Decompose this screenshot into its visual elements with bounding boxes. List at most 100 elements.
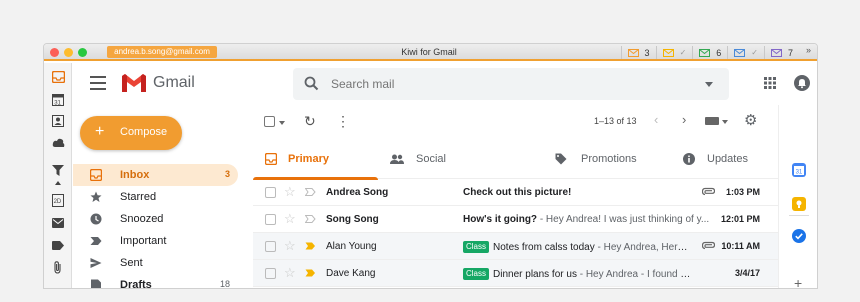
compose-label: Compose — [120, 126, 168, 138]
drive-app-icon[interactable] — [51, 135, 65, 149]
counter-orange[interactable]: 3 — [620, 46, 656, 59]
label-chip[interactable]: Class — [463, 268, 490, 280]
nav-item-important[interactable]: Important — [73, 230, 238, 252]
contacts-app-icon[interactable] — [51, 114, 65, 128]
counter-purple[interactable]: 7 — [763, 46, 799, 59]
nav-label: Drafts — [120, 279, 152, 289]
attachment-icon — [702, 187, 715, 196]
email-date: 3/4/17 — [734, 268, 760, 278]
app-strip: 31 2D — [44, 63, 72, 288]
side-divider — [789, 215, 809, 216]
title-bar: andrea.b.song@gmail.com Kiwi for Gmail 3… — [44, 44, 817, 61]
nav-item-inbox[interactable]: Inbox 3 — [73, 164, 238, 186]
email-subject: Dinner plans for us — [493, 269, 577, 280]
label-app-icon[interactable] — [51, 238, 65, 252]
gmail-m-icon — [122, 74, 146, 92]
mail-app-icon[interactable] — [51, 216, 65, 230]
drafts-icon — [91, 279, 101, 288]
email-snippet: - Hey Andrea, Here a... — [594, 242, 694, 253]
calendar-addon-icon[interactable]: 31 — [792, 163, 806, 177]
tab-social[interactable]: Social — [378, 139, 503, 179]
compose-button[interactable]: + Compose — [80, 116, 182, 150]
newer-page-icon[interactable]: ‹ — [654, 112, 658, 127]
notifications-icon[interactable] — [794, 75, 810, 91]
filter-icon[interactable] — [51, 163, 65, 177]
important-icon — [90, 237, 102, 245]
tag-icon — [555, 153, 567, 165]
email-sender: Alan Young — [326, 241, 377, 252]
email-subject: How's it going? — [463, 214, 538, 225]
email-sender: Dave Kang — [326, 268, 376, 279]
star-toggle-icon[interactable]: ☆ — [284, 185, 296, 198]
row-checkbox[interactable] — [265, 268, 276, 279]
minimize-window-button[interactable] — [64, 48, 73, 57]
counter-green[interactable]: 6 — [692, 46, 727, 59]
email-snippet: - Hey Andrea! I was just thinking of y..… — [537, 214, 710, 225]
email-row[interactable]: ☆ Alan Young Class Notes from calss today… — [253, 233, 778, 260]
zoom-window-button[interactable] — [78, 48, 87, 57]
scroll-up-icon[interactable] — [51, 179, 65, 187]
gmail-logo[interactable]: Gmail — [121, 73, 195, 93]
settings-gear-icon[interactable]: ⚙ — [744, 113, 757, 128]
importance-marker-icon[interactable] — [305, 269, 316, 277]
importance-marker-icon[interactable] — [305, 188, 316, 196]
account-badge[interactable]: andrea.b.song@gmail.com — [107, 46, 217, 58]
account-counters: 3 ✓ 6 ✓ 7 — [620, 46, 799, 59]
row-checkbox[interactable] — [265, 187, 276, 198]
inbox-app-icon[interactable] — [51, 70, 65, 84]
nav-item-starred[interactable]: Starred — [73, 186, 238, 208]
nav-item-sent[interactable]: Sent — [73, 252, 238, 274]
email-content: How's it going? - Hey Andrea! I was just… — [463, 214, 723, 225]
svg-text:2D: 2D — [54, 199, 62, 205]
more-accounts-icon[interactable]: » — [806, 45, 811, 55]
counter-check: ✓ — [751, 48, 758, 57]
tab-promotions[interactable]: Promotions — [503, 139, 637, 179]
importance-marker-icon[interactable] — [305, 215, 316, 223]
star-toggle-icon[interactable]: ☆ — [284, 239, 296, 252]
email-date: 10:11 AM — [721, 241, 760, 251]
email-row[interactable]: ☆ Song Song How's it going? - Hey Andrea… — [253, 206, 778, 233]
keep-addon-icon[interactable] — [792, 197, 806, 211]
importance-marker-icon[interactable] — [305, 242, 316, 250]
email-row[interactable]: ☆ Andrea Song Check out this picture! 1:… — [253, 179, 778, 206]
search-icon[interactable] — [304, 76, 319, 91]
counter-yellow[interactable]: ✓ — [655, 46, 693, 59]
star-toggle-icon[interactable]: ☆ — [284, 266, 296, 279]
main-menu-icon[interactable] — [90, 76, 106, 90]
email-subject: Notes from calss today — [493, 242, 595, 253]
row-checkbox[interactable] — [265, 241, 276, 252]
star-toggle-icon[interactable]: ☆ — [284, 212, 296, 225]
close-window-button[interactable] — [50, 48, 59, 57]
calendar-app-icon[interactable]: 31 — [51, 92, 65, 106]
select-all-checkbox[interactable] — [264, 116, 275, 127]
mail-toolbar: ↻ ⋮ 1–13 of 13 ‹ › ⚙ — [253, 105, 778, 139]
email-content: Class Notes from calss today - Hey Andrea… — [463, 241, 693, 253]
email-row[interactable]: ☆ Dave Kang Class Dinner plans for us - H… — [253, 260, 778, 287]
mail-blue-icon — [734, 48, 746, 57]
nav-item-snoozed[interactable]: Snoozed — [73, 208, 238, 230]
counter-blue[interactable]: ✓ — [727, 46, 764, 59]
attachment-app-icon[interactable] — [51, 260, 65, 274]
apps-grid-icon[interactable] — [764, 77, 776, 89]
search-input[interactable] — [331, 75, 691, 93]
tab-primary[interactable]: Primary — [253, 139, 378, 180]
keyboard-icon[interactable] — [705, 117, 719, 125]
tab-updates[interactable]: Updates — [628, 139, 778, 179]
more-options-icon[interactable]: ⋮ — [336, 114, 350, 128]
nav-label: Starred — [120, 191, 157, 203]
add-addon-icon[interactable]: + — [794, 276, 802, 288]
nav-count: 3 — [224, 169, 230, 179]
tasks-addon-icon[interactable] — [792, 229, 806, 243]
docs-app-icon[interactable]: 2D — [51, 193, 65, 207]
row-checkbox[interactable] — [265, 214, 276, 225]
label-chip[interactable]: Class — [463, 241, 490, 253]
search-box[interactable] — [293, 68, 729, 100]
search-options-icon[interactable] — [705, 82, 713, 87]
mail-purple-icon — [770, 48, 782, 57]
email-content: Class Dinner plans for us - Hey Andrea - … — [463, 268, 693, 280]
nav-item-drafts[interactable]: Drafts 18 — [73, 274, 238, 289]
refresh-icon[interactable]: ↻ — [304, 114, 316, 128]
select-options-icon[interactable] — [279, 121, 285, 125]
older-page-icon[interactable]: › — [682, 112, 686, 127]
input-tools-dropdown-icon[interactable] — [722, 120, 728, 124]
